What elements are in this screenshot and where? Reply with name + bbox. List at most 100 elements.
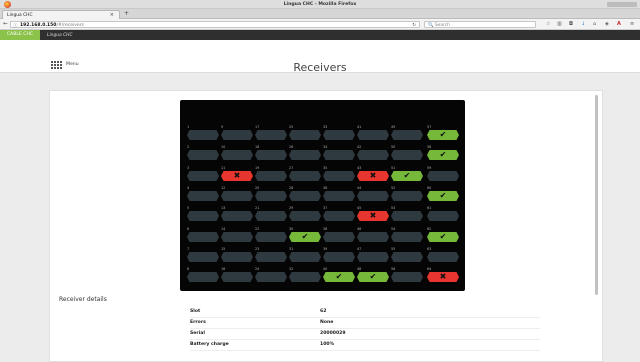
close-tab-icon[interactable]: × <box>110 12 114 18</box>
slot-number: 47 <box>357 247 362 251</box>
receiver-slot-10[interactable] <box>221 150 253 160</box>
receiver-slot-58[interactable]: ✔ <box>427 150 459 160</box>
receiver-slot-62[interactable]: ✔ <box>427 232 459 242</box>
receiver-slot-59[interactable] <box>427 171 459 181</box>
receiver-slot-54[interactable] <box>391 232 423 242</box>
receiver-slot-51[interactable]: ✔ <box>391 171 423 181</box>
receiver-slot-39[interactable] <box>323 252 355 262</box>
receiver-slot-33[interactable] <box>323 130 355 140</box>
slot-number: 2 <box>187 145 190 149</box>
receiver-slot-23[interactable] <box>255 252 287 262</box>
receiver-slot-13[interactable] <box>221 211 253 221</box>
receiver-slot-45[interactable]: ✖ <box>357 211 389 221</box>
receiver-slot-34[interactable] <box>323 150 355 160</box>
receiver-slot-38[interactable] <box>323 232 355 242</box>
bookmark-star-icon[interactable]: ☆ <box>546 21 550 27</box>
window-controls[interactable] <box>607 2 637 7</box>
receiver-slot-28[interactable] <box>289 191 321 201</box>
receiver-slot-57[interactable]: ✔ <box>427 130 459 140</box>
receiver-slot-53[interactable] <box>391 211 423 221</box>
info-icon[interactable]: ⓘ <box>13 23 18 29</box>
receiver-slot-2[interactable] <box>187 150 219 160</box>
receiver-slot-12[interactable] <box>221 191 253 201</box>
receiver-slot-29[interactable] <box>289 211 321 221</box>
receiver-slot-31[interactable] <box>289 252 321 262</box>
receiver-slot-37[interactable] <box>323 211 355 221</box>
slot-number: 60 <box>427 186 432 190</box>
receiver-slot-35[interactable] <box>323 171 355 181</box>
receiver-slot-1[interactable] <box>187 130 219 140</box>
receiver-slot-52[interactable] <box>391 191 423 201</box>
receiver-slot-64[interactable]: ✖ <box>427 272 459 282</box>
slot-number: 44 <box>357 186 362 190</box>
slot-number: 28 <box>289 186 294 190</box>
receiver-slot-14[interactable] <box>221 232 253 242</box>
extension-icon[interactable]: A <box>617 21 621 27</box>
receiver-slot-43[interactable]: ✖ <box>357 171 389 181</box>
receiver-slot-21[interactable] <box>255 211 287 221</box>
row-divider <box>190 328 540 329</box>
receiver-slot-22[interactable] <box>255 232 287 242</box>
receiver-slot-7[interactable] <box>187 252 219 262</box>
home-icon[interactable]: ⌂ <box>593 21 596 27</box>
receiver-slot-5[interactable] <box>187 211 219 221</box>
receiver-slot-60[interactable]: ✔ <box>427 191 459 201</box>
receiver-slot-19[interactable] <box>255 171 287 181</box>
slot-number: 35 <box>323 166 328 170</box>
receiver-slot-25[interactable] <box>289 130 321 140</box>
receiver-slot-49[interactable] <box>391 130 423 140</box>
new-tab-icon[interactable]: + <box>124 10 129 17</box>
receiver-slot-36[interactable] <box>323 191 355 201</box>
receiver-slot-24[interactable] <box>255 272 287 282</box>
receiver-slot-44[interactable] <box>357 191 389 201</box>
receiver-slot-50[interactable] <box>391 150 423 160</box>
receiver-slot-27[interactable] <box>289 171 321 181</box>
browser-tab[interactable]: Lingua CHC × <box>2 10 120 19</box>
slot-number: 42 <box>357 145 362 149</box>
scrollbar[interactable] <box>595 95 598 295</box>
receiver-slot-46[interactable] <box>357 232 389 242</box>
receiver-slot-41[interactable] <box>357 130 389 140</box>
receiver-slot-42[interactable] <box>357 150 389 160</box>
receiver-slot-40[interactable]: ✔ <box>323 272 355 282</box>
library-icon[interactable]: ▥ <box>557 21 562 27</box>
receiver-slot-4[interactable] <box>187 191 219 201</box>
hamburger-menu-icon[interactable]: ≡ <box>630 21 634 27</box>
slot-number: 61 <box>427 206 432 210</box>
receiver-slot-63[interactable] <box>427 252 459 262</box>
receiver-details-heading: Receiver details <box>59 296 107 303</box>
reload-icon[interactable]: ↻ <box>412 23 416 28</box>
receiver-slot-11[interactable]: ✖ <box>221 171 253 181</box>
pocket-icon[interactable]: ◘ <box>569 21 573 27</box>
receiver-slot-20[interactable] <box>255 191 287 201</box>
receiver-slot-17[interactable] <box>255 130 287 140</box>
app-logo[interactable]: CABLE CHC <box>0 30 40 40</box>
receiver-slot-18[interactable] <box>255 150 287 160</box>
search-box[interactable]: 🔍 Search <box>424 21 536 28</box>
receiver-slot-6[interactable] <box>187 232 219 242</box>
receiver-slot-30[interactable]: ✔ <box>289 232 321 242</box>
receiver-slot-48[interactable]: ✔ <box>357 272 389 282</box>
receiver-slot-32[interactable] <box>289 272 321 282</box>
download-icon[interactable]: ↓ <box>581 21 585 27</box>
slot-number: 14 <box>221 227 226 231</box>
receiver-slot-56[interactable] <box>391 272 423 282</box>
back-arrow-icon[interactable]: ← <box>3 21 8 27</box>
receiver-slot-8[interactable] <box>187 272 219 282</box>
check-icon: ✔ <box>335 272 343 281</box>
receiver-slot-3[interactable] <box>187 171 219 181</box>
receiver-slot-26[interactable] <box>289 150 321 160</box>
slot-number: 59 <box>427 166 432 170</box>
receiver-slot-55[interactable] <box>391 252 423 262</box>
shield-icon[interactable]: ◈ <box>605 21 609 27</box>
receiver-slot-15[interactable] <box>221 252 253 262</box>
slot-number: 15 <box>221 247 226 251</box>
receiver-slot-61[interactable] <box>427 211 459 221</box>
address-bar[interactable]: ⓘ 192.168.0.150/#/receivers ↻ <box>10 21 420 29</box>
receiver-slot-47[interactable] <box>357 252 389 262</box>
slot-number: 45 <box>357 206 362 210</box>
receiver-slot-9[interactable] <box>221 130 253 140</box>
search-placeholder: 🔍 Search <box>428 22 450 28</box>
receiver-slot-16[interactable] <box>221 272 253 282</box>
slot-number: 46 <box>357 227 362 231</box>
